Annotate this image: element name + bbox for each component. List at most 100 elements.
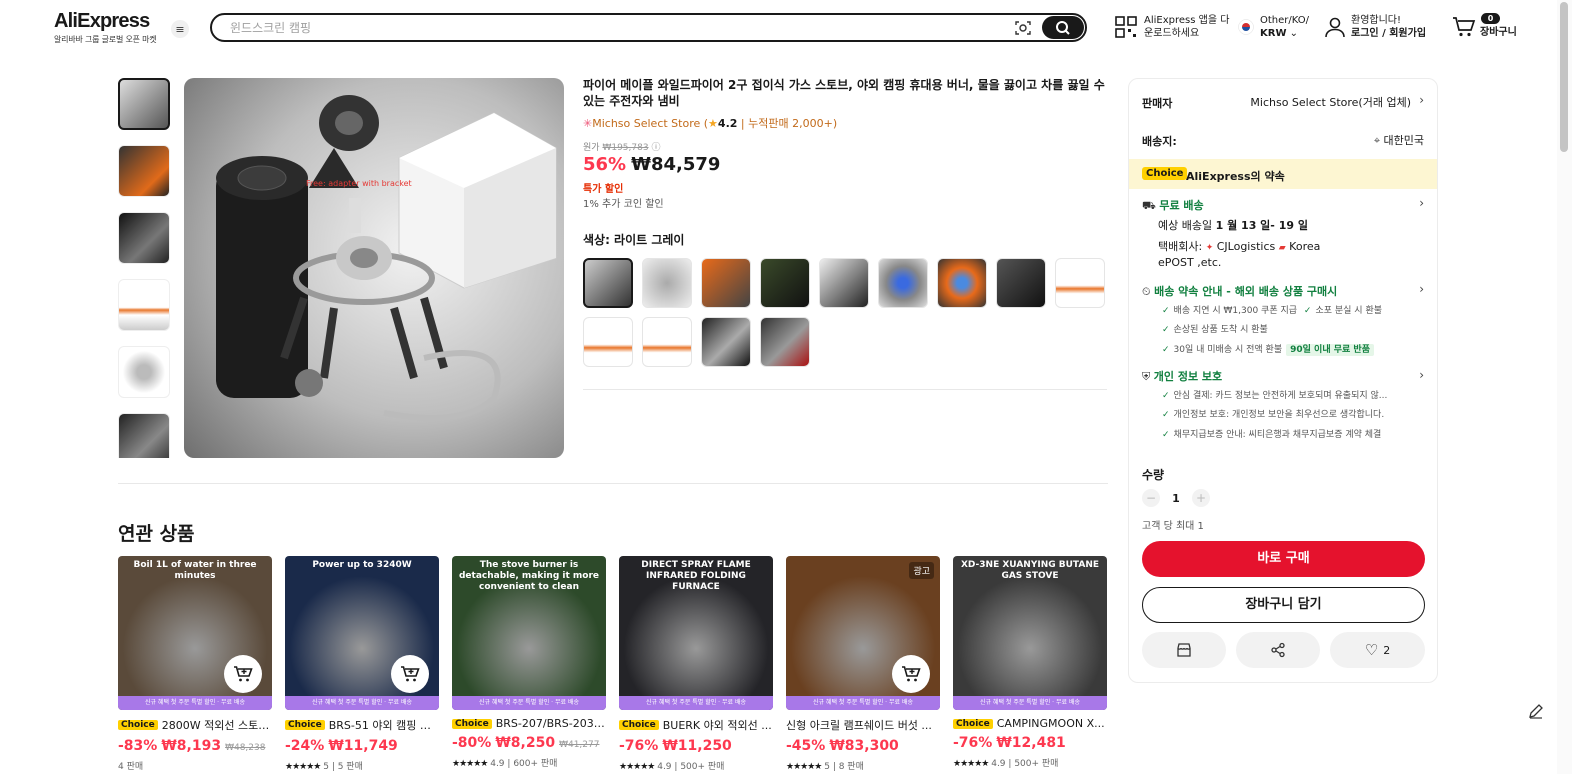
qr-code-icon <box>1115 16 1137 38</box>
add-to-cart-icon[interactable] <box>892 655 930 693</box>
decrease-quantity-button[interactable]: − <box>1142 489 1160 507</box>
search-input[interactable] <box>230 19 990 37</box>
color-swatch[interactable] <box>583 317 633 367</box>
product-name-text: BRS-207/BRS-203 ... <box>495 717 606 730</box>
promise-item: ✓ 손상된 상품 도착 시 환불 <box>1162 322 1268 335</box>
sold-count: 4 판매 <box>118 762 144 772</box>
thumbnail-headline: XD-3NE XUANYING BUTANE GAS STOVE <box>960 560 1100 581</box>
related-product-card[interactable]: XD-3NE XUANYING BUTANE GAS STOVE 신규 혜택 첫 … <box>953 556 1107 769</box>
related-product-card[interactable]: DIRECT SPRAY FLAME INFRARED FOLDING FURN… <box>619 556 773 772</box>
check-icon: ✓ <box>1162 325 1170 335</box>
related-product-card[interactable]: Boil 1L of water in three minutes 신규 혜택 첫… <box>118 556 272 772</box>
color-swatch[interactable] <box>583 258 633 308</box>
color-swatch[interactable] <box>937 258 987 308</box>
product-name[interactable]: 신형 아크릴 램프쉐이드 버섯 ... <box>786 717 940 733</box>
login-signup-link[interactable]: 로그인 / 회원가입 <box>1351 28 1426 39</box>
thumbnail-image[interactable] <box>118 279 170 331</box>
promise-item-text: 소포 분실 시 환불 <box>1315 306 1383 316</box>
color-swatch[interactable] <box>701 258 751 308</box>
delivery-date: 1 월 13 일- 19 일 <box>1215 219 1308 232</box>
cart-count-badge: 0 <box>1481 13 1500 24</box>
quantity-value[interactable]: 1 <box>1160 492 1192 505</box>
promise-item-text: 30일 내 미배송 시 전액 환불 <box>1173 345 1283 355</box>
promo-band: 신규 혜택 첫 주문 특별 할인 · 무료 배송 <box>118 696 272 710</box>
product-name-text: 신형 아크릴 램프쉐이드 버섯 ... <box>786 719 932 732</box>
info-icon[interactable]: ⓘ <box>651 143 660 153</box>
store-link[interactable]: Michso Select Store <box>592 117 700 130</box>
buy-now-button[interactable]: 바로 구매 <box>1142 541 1425 577</box>
app-download[interactable]: AliExpress 앱을 다 운로드하세요 <box>1115 14 1229 40</box>
product-meta: ★★★★★ 5 | 8 판매 <box>786 762 864 772</box>
color-swatch[interactable] <box>819 258 869 308</box>
store-icon <box>1177 643 1191 657</box>
seller-row[interactable]: 판매자 <box>1142 95 1172 111</box>
sold-count: 500+ 판매 <box>680 762 725 772</box>
product-thumbnail[interactable]: The stove burner is detachable, making i… <box>452 556 606 710</box>
product-thumbnail[interactable]: DIRECT SPRAY FLAME INFRARED FOLDING FURN… <box>619 556 773 710</box>
account-menu[interactable]: 환영합니다! 로그인 / 회원가입 <box>1324 14 1426 40</box>
seller-label: 판매자 <box>1142 97 1173 110</box>
product-name[interactable]: Choice BUERK 야외 적외선 ... <box>619 717 773 733</box>
welcome-text: 환영합니다! <box>1351 15 1402 26</box>
share-button[interactable] <box>1236 632 1320 668</box>
thumbnail-image[interactable] <box>118 145 170 197</box>
promo-band: 신규 혜택 첫 주문 특별 할인 · 무료 배송 <box>285 696 439 710</box>
ship-to-value[interactable]: ⌖ 대한민국 <box>1374 132 1424 148</box>
scrollbar-thumb[interactable] <box>1560 2 1568 152</box>
increase-quantity-button[interactable]: + <box>1192 489 1210 507</box>
add-to-cart-icon[interactable] <box>224 655 262 693</box>
color-swatch[interactable] <box>701 317 751 367</box>
free-shipping-row[interactable]: ⛟ 무료 배송 <box>1142 197 1204 214</box>
seller-value[interactable]: Michso Select Store(거래 업체) <box>1250 94 1411 110</box>
aliexpress-logo[interactable]: AliExpress 알리바바 그룹 글로벌 오픈 마켓 <box>54 11 157 45</box>
thumbnail-image[interactable] <box>118 78 170 130</box>
coin-discount: 1% 추가 코인 할인 <box>583 199 664 210</box>
color-swatch[interactable] <box>996 258 1046 308</box>
store-button[interactable] <box>1142 632 1226 668</box>
shield-icon: ⛨ <box>1142 370 1151 383</box>
sale-price: ₩8,250 <box>495 735 556 751</box>
choice-badge: Choice <box>285 720 325 730</box>
add-to-cart-button[interactable]: 장바구니 담기 <box>1142 587 1425 623</box>
color-swatch[interactable] <box>760 317 810 367</box>
product-thumbnail[interactable]: Boil 1L of water in three minutes 신규 혜택 첫… <box>118 556 272 710</box>
product-name[interactable]: Choice BRS-51 야외 캠핑 휴... <box>285 717 439 733</box>
related-product-card[interactable]: The stove burner is detachable, making i… <box>452 556 606 769</box>
product-thumbnail[interactable]: XD-3NE XUANYING BUTANE GAS STOVE 신규 혜택 첫 … <box>953 556 1107 710</box>
color-swatch[interactable] <box>642 258 692 308</box>
add-to-cart-icon[interactable] <box>391 655 429 693</box>
color-swatch[interactable] <box>878 258 928 308</box>
ship-to-label: 배송지: <box>1142 135 1177 148</box>
image-search-icon[interactable] <box>1014 19 1032 37</box>
discount-percent: -76% <box>619 738 659 754</box>
product-thumbnail[interactable]: Power up to 3240W 신규 혜택 첫 주문 특별 할인 · 무료 배… <box>285 556 439 710</box>
product-thumbnail[interactable]: 광고 신규 혜택 첫 주문 특별 할인 · 무료 배송 <box>786 556 940 710</box>
ship-to-row: 배송지: <box>1142 133 1177 149</box>
wishlist-button[interactable]: ♡ 2 <box>1330 632 1425 668</box>
region-selector[interactable]: Other/KO/ KRW ⌄ <box>1238 14 1309 40</box>
search-button[interactable] <box>1042 16 1084 39</box>
thumbnail-image[interactable] <box>118 212 170 264</box>
carrier-more: ePOST ,etc. <box>1158 256 1222 269</box>
delivery-estimate: 예상 배송일 1 월 13 일- 19 일 <box>1158 217 1308 233</box>
related-product-card[interactable]: 광고 신규 혜택 첫 주문 특별 할인 · 무료 배송신형 아크릴 램프쉐이드 버… <box>786 556 940 772</box>
promise-item: ✓ 배송 지연 시 ₩1,300 쿠폰 지급 ✓ 소포 분실 시 환불 <box>1162 303 1382 316</box>
related-product-card[interactable]: Power up to 3240W 신규 혜택 첫 주문 특별 할인 · 무료 배… <box>285 556 439 772</box>
privacy-row[interactable]: ⛨ 개인 정보 보호 <box>1142 368 1222 384</box>
product-name[interactable]: Choice 2800W 적외선 스토브... <box>118 717 272 733</box>
menu-icon[interactable]: ≡ <box>171 20 189 38</box>
product-name[interactable]: Choice BRS-207/BRS-203 ... <box>452 717 606 730</box>
delivery-promise-row[interactable]: ⏲ 배송 약속 안내 - 해외 배송 상품 구매시 <box>1142 283 1337 299</box>
color-swatch[interactable] <box>642 317 692 367</box>
edit-icon[interactable] <box>1527 702 1545 720</box>
thumbnail-image[interactable] <box>118 346 170 398</box>
color-swatch[interactable] <box>1055 258 1105 308</box>
divider <box>583 389 1107 390</box>
check-icon: ✓ <box>1162 410 1170 420</box>
main-product-image[interactable]: Free: adapter with bracket <box>184 78 564 458</box>
product-name[interactable]: Choice CAMPINGMOON X... <box>953 717 1107 730</box>
choice-badge: Choice <box>619 720 659 730</box>
color-swatch[interactable] <box>760 258 810 308</box>
privacy-item-text: 안심 결제: 카드 정보는 안전하게 보호되며 유출되지 않... <box>1173 391 1388 401</box>
thumbnail-image[interactable] <box>118 413 170 458</box>
